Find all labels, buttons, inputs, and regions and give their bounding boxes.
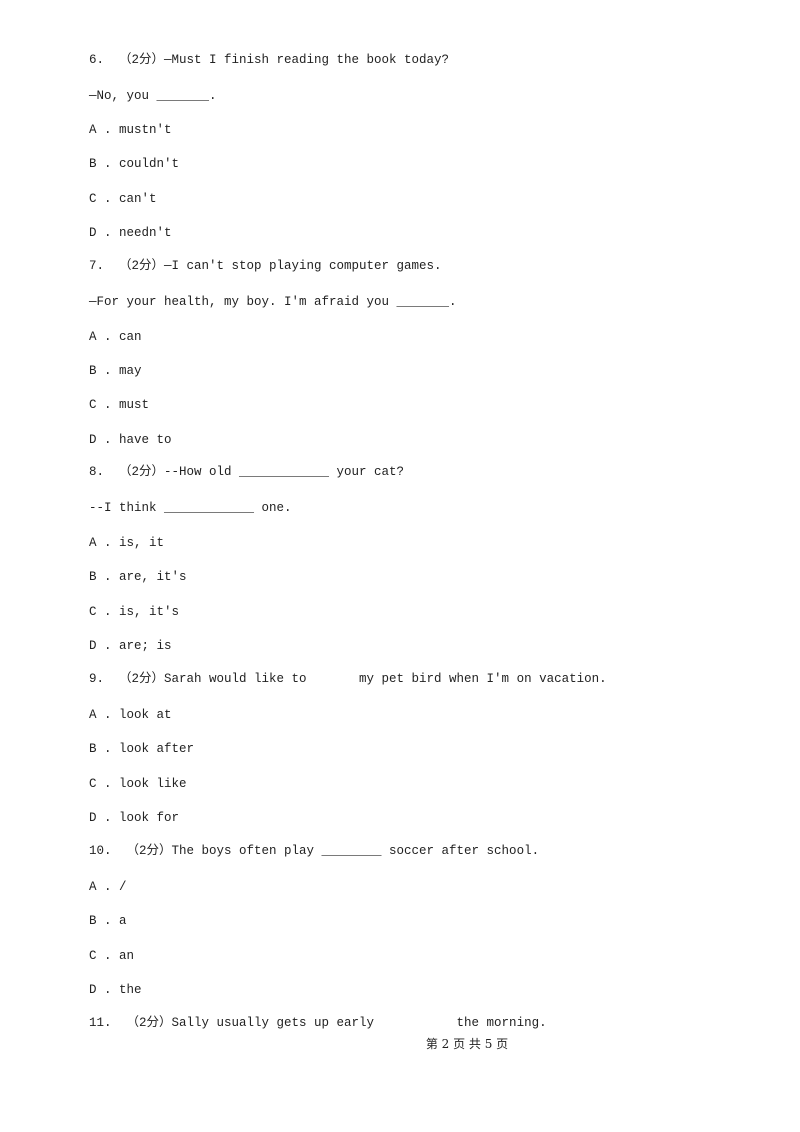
question-stem: 8. （2分）--How old ____________ your cat?	[89, 465, 405, 479]
option-d: D . the	[89, 983, 142, 997]
question-stem: 6. （2分）—Must I finish reading the book t…	[89, 53, 450, 67]
question-stem: 7. （2分）—I can't stop playing computer ga…	[89, 259, 442, 273]
option-b: B . couldn't	[89, 157, 180, 171]
question-stem: 9. （2分）Sarah would like to my pet bird w…	[89, 672, 607, 686]
option-a: A . mustn't	[89, 123, 172, 137]
question-stem-reply: --I think ____________ one.	[89, 501, 292, 515]
option-b: B . are, it's	[89, 570, 187, 584]
option-d: D . have to	[89, 433, 172, 447]
page-footer: 第 2 页 共 5 页	[425, 1037, 509, 1051]
option-c: C . must	[89, 398, 150, 412]
option-b: B . look after	[89, 742, 195, 756]
question-stem: 11. （2分）Sally usually gets up early the …	[89, 1016, 547, 1030]
option-a: A . look at	[89, 708, 172, 722]
option-b: B . may	[89, 364, 142, 378]
option-a: A . is, it	[89, 536, 165, 550]
question-stem: 10. （2分）The boys often play ________ soc…	[89, 844, 540, 858]
option-c: C . an	[89, 949, 135, 963]
question-stem-reply: —For your health, my boy. I'm afraid you…	[89, 295, 457, 309]
option-a: A . /	[89, 880, 127, 894]
question-stem-reply: —No, you _______.	[89, 89, 217, 103]
option-c: C . look like	[89, 777, 187, 791]
option-c: C . can't	[89, 192, 157, 206]
option-c: C . is, it's	[89, 605, 180, 619]
option-a: A . can	[89, 330, 142, 344]
option-d: D . needn't	[89, 226, 172, 240]
option-d: D . look for	[89, 811, 180, 825]
option-d: D . are; is	[89, 639, 172, 653]
option-b: B . a	[89, 914, 127, 928]
